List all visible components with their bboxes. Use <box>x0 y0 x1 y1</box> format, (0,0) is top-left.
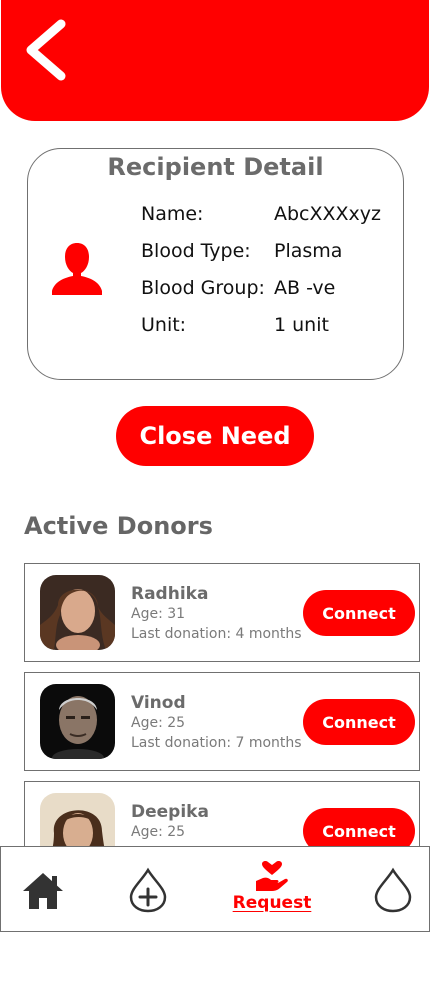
donor-avatar <box>40 575 115 650</box>
donor-age: Age: 31 <box>131 606 186 622</box>
donor-avatar <box>40 684 115 759</box>
donor-card: Deepika Age: 25 Connect <box>24 781 420 846</box>
blood-group-value: AB -ve <box>274 277 336 299</box>
name-label: Name: <box>141 203 204 225</box>
name-value: AbcXXXxyz <box>274 203 382 225</box>
add-blood-drop-icon <box>129 867 167 913</box>
donor-name: Radhika <box>131 584 209 604</box>
person-icon <box>52 243 102 295</box>
app-header <box>1 0 429 121</box>
donor-avatar <box>40 793 115 846</box>
nav-request-label: Request <box>232 893 312 913</box>
nav-donate[interactable] <box>126 847 170 931</box>
connect-button[interactable]: Connect <box>303 808 415 846</box>
home-icon <box>23 873 63 909</box>
active-donors-title: Active Donors <box>24 512 213 540</box>
connect-button[interactable]: Connect <box>303 590 415 636</box>
donor-last-donation: Last donation: 7 months <box>131 735 302 751</box>
donor-name: Deepika <box>131 802 209 822</box>
nav-home[interactable] <box>19 847 67 931</box>
donor-list[interactable]: Radhika Age: 31 Last donation: 4 months … <box>24 563 420 846</box>
donor-last-donation: Last donation: 4 months <box>131 626 302 642</box>
donor-age: Age: 25 <box>131 824 186 840</box>
donor-age: Age: 25 <box>131 715 186 731</box>
unit-value: 1 unit <box>274 314 329 336</box>
connect-button[interactable]: Connect <box>303 699 415 745</box>
blood-type-label: Blood Type: <box>141 240 251 262</box>
back-button[interactable] <box>19 18 75 82</box>
unit-label: Unit: <box>141 314 187 336</box>
donor-card: Radhika Age: 31 Last donation: 4 months … <box>24 563 420 662</box>
close-need-button[interactable]: Close Need <box>116 406 314 466</box>
donor-name: Vinod <box>131 693 186 713</box>
blood-drop-icon <box>374 867 412 913</box>
blood-group-label: Blood Group: <box>141 277 265 299</box>
donor-card: Vinod Age: 25 Last donation: 7 months Co… <box>24 672 420 771</box>
recipient-detail-card: Recipient Detail Name: AbcXXXxyz Blood T… <box>27 148 404 380</box>
blood-type-value: Plasma <box>274 240 343 262</box>
recipient-detail-title: Recipient Detail <box>107 153 324 181</box>
heart-hand-icon <box>256 861 288 891</box>
nav-blood-drop[interactable] <box>371 847 415 931</box>
nav-request[interactable]: Request <box>225 847 319 931</box>
chevron-left-icon <box>26 19 66 81</box>
bottom-nav: Request <box>0 846 430 932</box>
